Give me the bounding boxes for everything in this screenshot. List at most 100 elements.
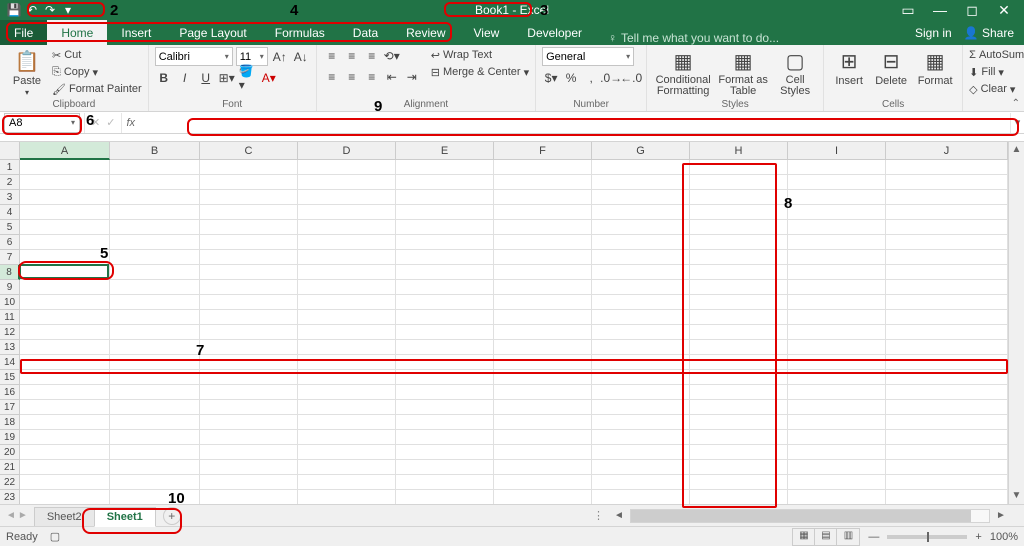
tab-file[interactable]: File — [0, 20, 47, 45]
row-header-22[interactable]: 22 — [0, 475, 20, 490]
expand-formula-bar-icon[interactable]: ▾ — [1010, 113, 1024, 133]
normal-view-icon[interactable]: ▦ — [793, 529, 815, 545]
borders-button[interactable]: ⊞▾ — [218, 69, 236, 87]
tell-me-search[interactable]: ♀ Tell me what you want to do... — [608, 31, 779, 45]
increase-decimal-icon[interactable]: .0→ — [602, 69, 620, 87]
clear-button[interactable]: ◇Clear ▾ — [969, 81, 1024, 97]
indent-decrease-icon[interactable]: ⇤ — [383, 68, 401, 86]
fill-button[interactable]: ⬇Fill ▾ — [969, 64, 1024, 80]
comma-icon[interactable]: , — [582, 69, 600, 87]
scroll-up-icon[interactable]: ▲ — [1009, 142, 1024, 158]
align-bottom-icon[interactable]: ≡ — [363, 47, 381, 65]
row-header-21[interactable]: 21 — [0, 460, 20, 475]
row-header-13[interactable]: 13 — [0, 340, 20, 355]
maximize-icon[interactable]: ◻ — [958, 2, 986, 19]
row-header-18[interactable]: 18 — [0, 415, 20, 430]
row-header-17[interactable]: 17 — [0, 400, 20, 415]
align-middle-icon[interactable]: ≡ — [343, 47, 361, 65]
format-cells-button[interactable]: ▦ Format — [914, 47, 956, 87]
enter-formula-icon[interactable]: ✓ — [106, 116, 115, 129]
close-icon[interactable]: ✕ — [990, 2, 1018, 19]
orientation-icon[interactable]: ⟲▾ — [383, 47, 401, 65]
cancel-formula-icon[interactable]: ✕ — [91, 116, 100, 129]
vertical-scrollbar[interactable]: ▲ ▼ — [1008, 142, 1024, 504]
column-header-J[interactable]: J — [886, 142, 1008, 160]
tab-data[interactable]: Data — [339, 20, 392, 45]
row-header-8[interactable]: 8 — [0, 265, 20, 280]
row-header-1[interactable]: 1 — [0, 160, 20, 175]
percent-icon[interactable]: % — [562, 69, 580, 87]
redo-icon[interactable]: ↷ — [42, 2, 58, 18]
font-name-select[interactable]: Calibri▾ — [155, 47, 233, 66]
column-header-H[interactable]: H — [690, 142, 788, 160]
column-header-G[interactable]: G — [592, 142, 690, 160]
tab-formulas[interactable]: Formulas — [261, 20, 339, 45]
tab-developer[interactable]: Developer — [513, 20, 596, 45]
row-header-16[interactable]: 16 — [0, 385, 20, 400]
row-header-2[interactable]: 2 — [0, 175, 20, 190]
number-format-select[interactable]: General▾ — [542, 47, 634, 66]
copy-button[interactable]: ⎘Copy ▾ — [52, 64, 142, 80]
font-color-button[interactable]: A▾ — [260, 69, 278, 87]
row-header-14[interactable]: 14 — [0, 355, 20, 370]
bold-button[interactable]: B — [155, 69, 173, 87]
column-header-B[interactable]: B — [110, 142, 200, 160]
column-header-E[interactable]: E — [396, 142, 494, 160]
zoom-slider[interactable] — [887, 535, 967, 539]
minimize-icon[interactable]: — — [926, 2, 954, 19]
align-left-icon[interactable]: ≡ — [323, 68, 341, 86]
cells-area[interactable] — [20, 160, 1008, 504]
undo-icon[interactable]: ↶ — [24, 2, 40, 18]
row-header-4[interactable]: 4 — [0, 205, 20, 220]
align-center-icon[interactable]: ≡ — [343, 68, 361, 86]
customize-qat-icon[interactable]: ▾ — [60, 2, 76, 18]
row-header-5[interactable]: 5 — [0, 220, 20, 235]
page-break-view-icon[interactable]: ▥ — [837, 529, 859, 545]
row-header-19[interactable]: 19 — [0, 430, 20, 445]
sheet-tab-sheet1[interactable]: Sheet1 — [94, 507, 156, 527]
fill-color-button[interactable]: 🪣▾ — [239, 69, 257, 87]
indent-increase-icon[interactable]: ⇥ — [403, 68, 421, 86]
delete-cells-button[interactable]: ⊟ Delete — [872, 47, 910, 87]
row-header-20[interactable]: 20 — [0, 445, 20, 460]
tab-home[interactable]: Home — [47, 20, 107, 45]
row-header-9[interactable]: 9 — [0, 280, 20, 295]
align-top-icon[interactable]: ≡ — [323, 47, 341, 65]
sheet-nav-prev-icon[interactable]: ◄ — [6, 510, 16, 521]
tab-view[interactable]: View — [460, 20, 514, 45]
zoom-out-icon[interactable]: — — [868, 531, 879, 543]
column-header-F[interactable]: F — [494, 142, 592, 160]
format-as-table-button[interactable]: ▦ Format as Table — [717, 47, 769, 97]
underline-button[interactable]: U — [197, 69, 215, 87]
row-header-15[interactable]: 15 — [0, 370, 20, 385]
column-header-C[interactable]: C — [200, 142, 298, 160]
currency-icon[interactable]: $▾ — [542, 69, 560, 87]
row-header-10[interactable]: 10 — [0, 295, 20, 310]
decrease-decimal-icon[interactable]: ←.0 — [622, 69, 640, 87]
tab-split-handle[interactable]: ⋮ — [589, 509, 608, 522]
zoom-level[interactable]: 100% — [990, 531, 1018, 543]
column-header-I[interactable]: I — [788, 142, 886, 160]
sign-in-link[interactable]: Sign in — [915, 26, 952, 40]
row-header-12[interactable]: 12 — [0, 325, 20, 340]
sheet-tab-sheet2[interactable]: Sheet2 — [34, 507, 95, 526]
row-header-3[interactable]: 3 — [0, 190, 20, 205]
tab-review[interactable]: Review — [392, 20, 459, 45]
select-all-triangle[interactable] — [0, 142, 20, 160]
add-sheet-button[interactable]: + — [163, 507, 181, 525]
autosum-button[interactable]: ΣAutoSum ▾ — [969, 47, 1024, 63]
share-button[interactable]: 👤 Share — [964, 26, 1014, 40]
row-header-23[interactable]: 23 — [0, 490, 20, 504]
format-painter-button[interactable]: 🖌Format Painter — [52, 81, 142, 97]
decrease-font-icon[interactable]: A↓ — [292, 48, 310, 66]
insert-cells-button[interactable]: ⊞ Insert — [830, 47, 868, 87]
cell-styles-button[interactable]: ▢ Cell Styles — [773, 47, 817, 97]
increase-font-icon[interactable]: A↑ — [271, 48, 289, 66]
save-icon[interactable]: 💾 — [6, 2, 22, 18]
fx-icon[interactable]: fx — [122, 117, 139, 129]
align-right-icon[interactable]: ≡ — [363, 68, 381, 86]
row-header-6[interactable]: 6 — [0, 235, 20, 250]
row-header-7[interactable]: 7 — [0, 250, 20, 265]
ribbon-options-icon[interactable]: ▭ — [894, 2, 922, 19]
tab-insert[interactable]: Insert — [107, 20, 165, 45]
